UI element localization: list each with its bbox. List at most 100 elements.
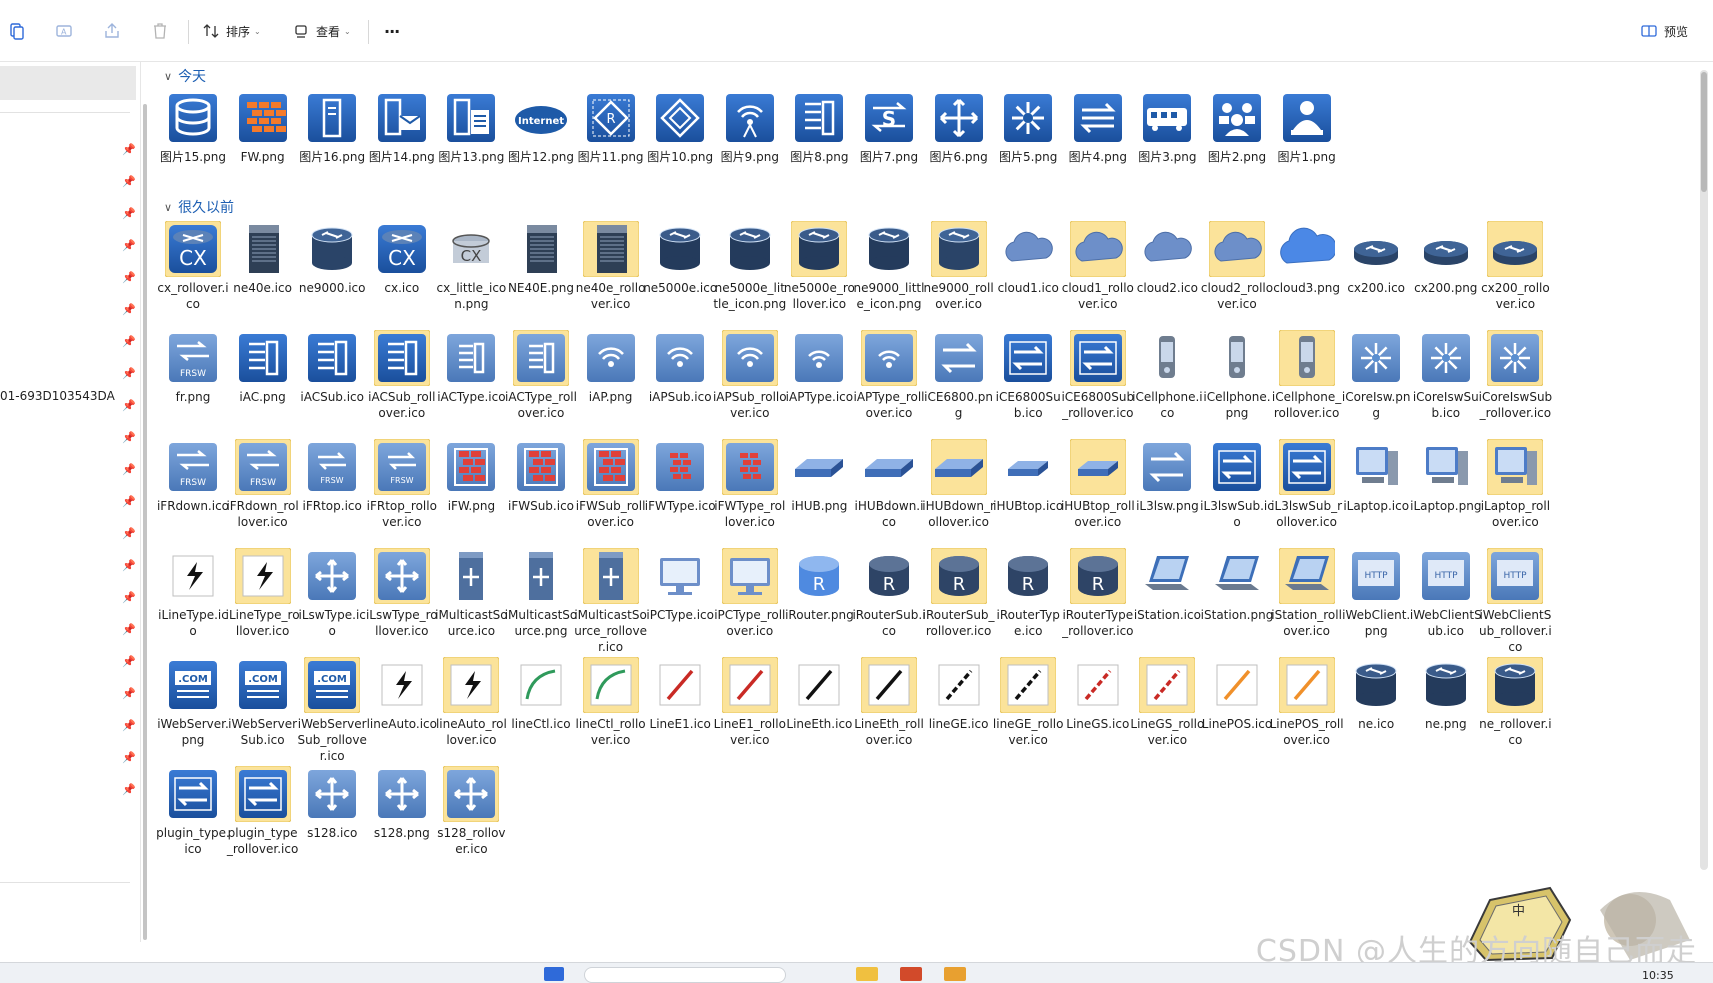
file-item[interactable]: plugin_type.ico — [156, 766, 230, 857]
pin-icon[interactable]: 📌 — [122, 176, 136, 188]
file-item[interactable]: ne5000e_rollover.ico — [782, 221, 856, 312]
file-item[interactable]: iLineType_rollover.ico — [226, 548, 300, 639]
file-item[interactable]: cloud2_rollover.ico — [1200, 221, 1274, 312]
pin-icon[interactable]: 📌 — [122, 528, 136, 540]
file-item[interactable]: LineEth.ico — [782, 657, 856, 732]
file-item[interactable]: 图片14.png — [365, 90, 439, 165]
file-item[interactable]: iCoreIswSub_rollover.ico — [1478, 330, 1552, 421]
file-item[interactable]: LinePOS_rollover.ico — [1270, 657, 1344, 748]
file-item[interactable]: iAPSub.ico — [643, 330, 717, 405]
file-item[interactable]: 图片4.png — [1061, 90, 1135, 165]
file-item[interactable]: ne9000.ico — [295, 221, 369, 296]
file-item[interactable]: iAPSub_rollover.ico — [713, 330, 787, 421]
file-item[interactable]: 图片16.png — [295, 90, 369, 165]
file-item[interactable]: cx200.png — [1409, 221, 1483, 296]
file-item[interactable]: .COM iWebServer.png — [156, 657, 230, 748]
more-options-button[interactable]: ··· — [384, 18, 400, 44]
folder-icon[interactable] — [856, 967, 878, 981]
file-item[interactable]: lineCtl.ico — [504, 657, 578, 732]
file-item[interactable]: R 图片11.png — [574, 90, 648, 165]
file-item[interactable]: s128.png — [365, 766, 439, 841]
file-item[interactable]: FRSW iFRdown_rollover.ico — [226, 439, 300, 530]
file-item[interactable]: LineE1_rollover.ico — [713, 657, 787, 748]
file-item[interactable]: 图片6.png — [922, 90, 996, 165]
file-item[interactable]: s128_rollover.ico — [434, 766, 508, 857]
file-item[interactable]: iLaptop.ico — [1339, 439, 1413, 514]
file-item[interactable]: CX cx.ico — [365, 221, 439, 296]
file-item[interactable]: 图片5.png — [991, 90, 1065, 165]
file-item[interactable]: iCellphone.png — [1200, 330, 1274, 421]
file-item[interactable]: iAC.png — [226, 330, 300, 405]
file-item[interactable]: ne5000e_little_icon.png — [713, 221, 787, 312]
file-item[interactable]: iFWType.ico — [643, 439, 717, 514]
file-item[interactable]: ne.ico — [1339, 657, 1413, 732]
pin-icon[interactable]: 📌 — [122, 496, 136, 508]
file-item[interactable]: iFWSub.ico — [504, 439, 578, 514]
file-item[interactable]: iLaptop_rollover.ico — [1478, 439, 1552, 530]
file-item[interactable]: LinePOS.ico — [1200, 657, 1274, 732]
file-item[interactable]: RiRouterSub_rollover.ico — [922, 548, 996, 639]
file-item[interactable]: iMulticastSource_rollover.ico — [574, 548, 648, 655]
pin-icon[interactable]: 📌 — [122, 656, 136, 668]
file-item[interactable]: iACType.ico — [434, 330, 508, 405]
pin-icon[interactable]: 📌 — [122, 272, 136, 284]
copy-button[interactable] — [6, 18, 26, 44]
file-item[interactable]: iCellphone_rollover.ico — [1270, 330, 1344, 421]
file-item[interactable]: iCellphone.ico — [1130, 330, 1204, 421]
file-item[interactable]: LineEth_rollover.ico — [852, 657, 926, 748]
file-item[interactable]: FRSW iFRdown.ico — [156, 439, 230, 514]
taskbar-search[interactable] — [584, 967, 786, 983]
pin-icon[interactable]: 📌 — [122, 208, 136, 220]
file-item[interactable]: iHUBdown.ico — [852, 439, 926, 530]
file-item[interactable]: 图片10.png — [643, 90, 717, 165]
file-item[interactable]: ne9000_little_icon.png — [852, 221, 926, 312]
file-item[interactable]: iHUBdown_rollover.ico — [922, 439, 996, 530]
file-item[interactable]: iACSub.ico — [295, 330, 369, 405]
file-item[interactable]: cloud1.ico — [991, 221, 1065, 296]
file-item[interactable]: Internet 图片12.png — [504, 90, 578, 165]
file-item[interactable]: iHUB.png — [782, 439, 856, 514]
file-item[interactable]: iAPType.ico — [782, 330, 856, 405]
pin-icon[interactable]: 📌 — [122, 368, 136, 380]
pin-icon[interactable]: 📌 — [122, 304, 136, 316]
file-item[interactable]: CX cx_rollover.ico — [156, 221, 230, 312]
file-item[interactable]: iLaptop.png — [1409, 439, 1483, 514]
file-item[interactable]: 图片8.png — [782, 90, 856, 165]
file-item[interactable]: RiRouterSub.ico — [852, 548, 926, 639]
pin-icon[interactable]: 📌 — [122, 688, 136, 700]
pin-icon[interactable]: 📌 — [122, 592, 136, 604]
file-item[interactable]: iLineType.ico — [156, 548, 230, 639]
sort-button[interactable]: 排序 ⌄ — [202, 18, 261, 44]
file-item[interactable]: HTTP iWebClientSub.ico — [1409, 548, 1483, 639]
file-item[interactable]: ne_rollover.ico — [1478, 657, 1552, 748]
pin-icon[interactable]: 📌 — [122, 240, 136, 252]
file-item[interactable]: cloud3.png — [1270, 221, 1344, 296]
file-item[interactable]: 图片9.png — [713, 90, 787, 165]
file-item[interactable]: cx200_rollover.ico — [1478, 221, 1552, 312]
preview-button[interactable]: 预览 — [1640, 18, 1688, 44]
file-item[interactable]: iHUBtop.ico — [991, 439, 1065, 514]
file-item[interactable]: iLswType_rollover.ico — [365, 548, 439, 639]
nav-item-label[interactable]: 01-693D103543DA — [0, 389, 115, 403]
file-item[interactable]: lineAuto_rollover.ico — [434, 657, 508, 748]
rename-button[interactable]: A — [54, 18, 74, 44]
pin-icon[interactable]: 📌 — [122, 400, 136, 412]
pin-icon[interactable]: 📌 — [122, 720, 136, 732]
share-button[interactable] — [102, 18, 122, 44]
file-item[interactable]: cx200.ico — [1339, 221, 1413, 296]
pin-icon[interactable]: 📌 — [122, 752, 136, 764]
file-item[interactable]: iCE6800Sub_rollover.ico — [1061, 330, 1135, 421]
file-item[interactable]: ne9000_rollover.ico — [922, 221, 996, 312]
file-item[interactable]: RiRouter.png — [782, 548, 856, 623]
file-item[interactable]: 图片13.png — [434, 90, 508, 165]
nav-selected-item[interactable] — [0, 66, 136, 100]
file-item[interactable]: plugin_type_rollover.ico — [226, 766, 300, 857]
app-icon[interactable] — [944, 967, 966, 981]
file-item[interactable]: FW.png — [226, 90, 300, 165]
file-item[interactable]: iL3lswSub.ico — [1200, 439, 1274, 530]
start-icon[interactable] — [544, 967, 564, 981]
file-item[interactable]: lineGE.ico — [922, 657, 996, 732]
file-item[interactable]: ne.png — [1409, 657, 1483, 732]
pin-icon[interactable]: 📌 — [122, 144, 136, 156]
file-item[interactable]: NE40E.png — [504, 221, 578, 296]
